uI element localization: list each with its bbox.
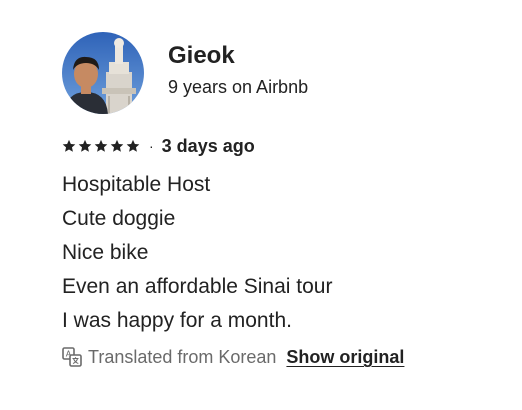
- review-line: Nice bike: [62, 241, 149, 264]
- reviewer-info: Gieok 9 years on Airbnb: [168, 41, 308, 99]
- star-icon: [78, 139, 92, 153]
- review-line: Cute doggie: [62, 207, 176, 230]
- reviewer-avatar[interactable]: [62, 32, 144, 114]
- review-meta: · 3 days ago: [62, 132, 502, 160]
- reviewer-name[interactable]: Gieok: [168, 41, 308, 71]
- translate-icon: A: [62, 347, 82, 367]
- translated-from-text: Translated from Korean: [88, 347, 277, 367]
- star-icon: [126, 139, 140, 153]
- reviewer-tenure: 9 years on Airbnb: [168, 77, 309, 97]
- review-line: I was happy for a month.: [62, 309, 292, 332]
- star-rating: [62, 139, 140, 153]
- show-original-link[interactable]: Show original: [286, 342, 404, 372]
- review-line: Even an affordable Sinai tour: [62, 275, 333, 298]
- star-icon: [110, 139, 124, 153]
- meta-separator: ·: [149, 138, 154, 154]
- review-body: Hospitable Host Cute doggie Nice bike Ev…: [62, 168, 502, 338]
- star-icon: [94, 139, 108, 153]
- review-card: Gieok 9 years on Airbnb · 3 days ago Hos…: [62, 32, 502, 382]
- review-date: 3 days ago: [161, 136, 255, 156]
- translation-notice: A Translated from Korean Show original: [62, 342, 502, 372]
- review-line: Hospitable Host: [62, 173, 211, 196]
- reviewer-header: Gieok 9 years on Airbnb: [62, 32, 502, 114]
- avatar-photo-icon: [62, 32, 144, 114]
- star-icon: [62, 139, 76, 153]
